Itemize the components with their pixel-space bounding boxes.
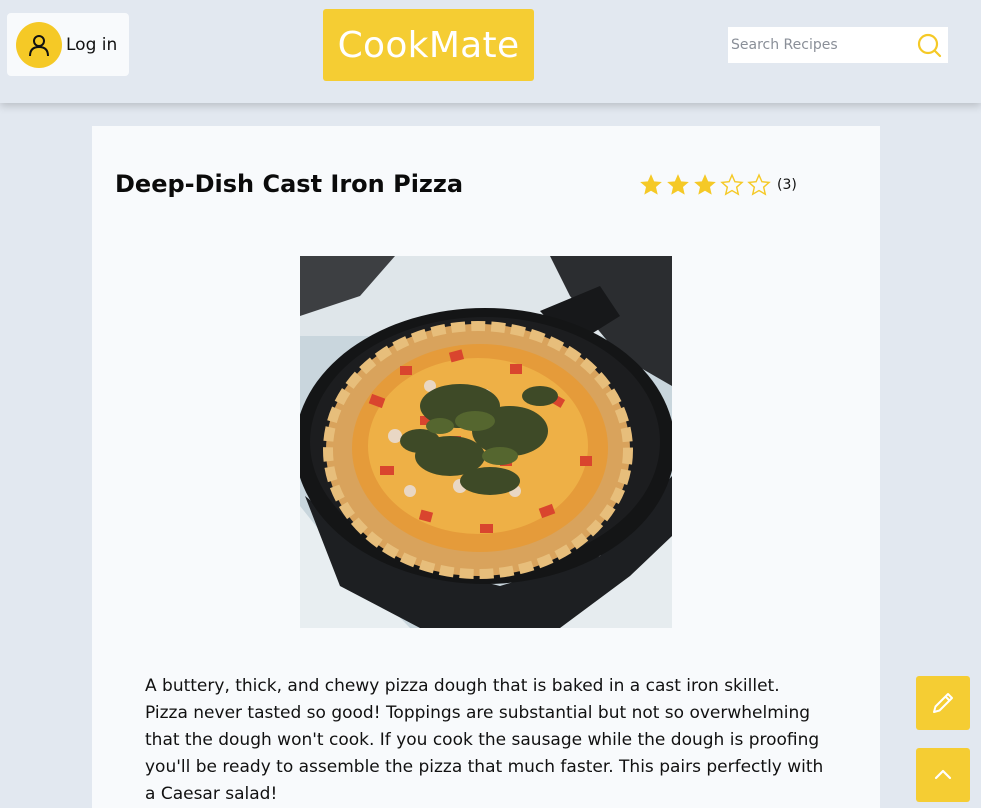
user-icon [16,21,62,68]
app-logo[interactable]: CookMate [323,9,534,81]
star-filled-icon[interactable] [665,172,691,198]
recipe-title: Deep-Dish Cast Iron Pizza [115,170,464,198]
logo-text: CookMate [337,24,520,66]
chevron-up-icon [934,769,952,780]
rating-count: (3) [777,177,797,193]
recipe-description: A buttery, thick, and chewy pizza dough … [145,676,824,804]
star-empty-icon[interactable] [746,172,772,198]
star-filled-icon[interactable] [638,172,664,198]
recipe-photo [300,256,672,628]
star-filled-icon[interactable] [692,172,718,198]
search-bar [728,27,948,63]
top-header: Log in CookMate [0,0,981,103]
edit-recipe-button[interactable] [916,676,970,730]
scroll-to-top-button[interactable] [916,748,970,802]
recipe-card: Deep-Dish Cast Iron Pizza (3) A buttery,… [92,126,880,808]
star-rating[interactable]: (3) [638,172,797,198]
login-label: Log in [66,34,118,55]
search-icon[interactable] [916,32,942,58]
pencil-icon [933,693,953,713]
search-input[interactable] [728,27,908,63]
login-button[interactable]: Log in [7,13,129,76]
star-empty-icon[interactable] [719,172,745,198]
